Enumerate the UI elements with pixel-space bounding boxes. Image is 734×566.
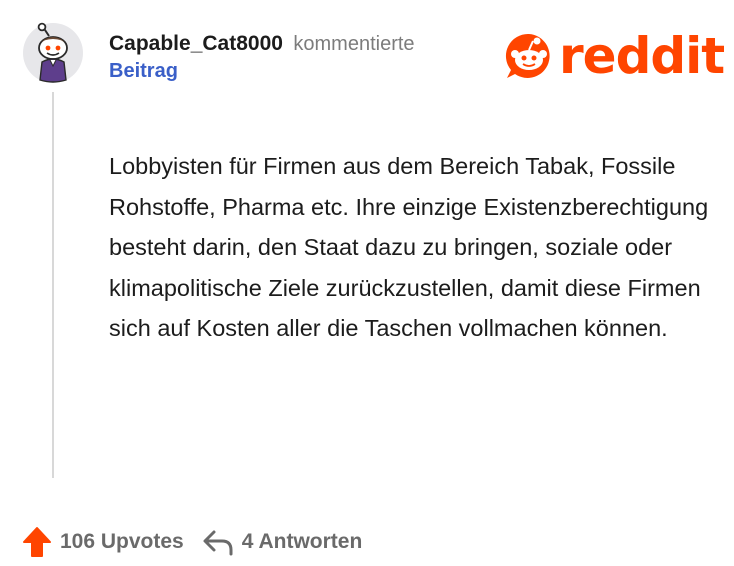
username[interactable]: Capable_Cat8000: [109, 32, 283, 55]
post-link[interactable]: Beitrag: [109, 60, 509, 83]
comment-body: Lobbyisten für Firmen aus dem Bereich Ta…: [109, 153, 709, 341]
upvote-arrow-icon[interactable]: [22, 526, 52, 558]
reddit-snoo-icon: [505, 33, 550, 78]
reply-arrow-icon[interactable]: [202, 528, 234, 556]
reddit-logo: reddit: [503, 27, 725, 85]
thread-line: [52, 92, 54, 478]
comment-header: Capable_Cat8000 kommentierte Beitrag: [109, 32, 509, 83]
reddit-wordmark: reddit: [559, 27, 725, 85]
comment-footer: 106 Upvotes 4 Antworten: [22, 524, 362, 560]
reply-count[interactable]: 4 Antworten: [242, 530, 363, 554]
upvote-count: 106 Upvotes: [60, 530, 184, 553]
comment-action: kommentierte: [293, 33, 415, 55]
user-avatar-icon[interactable]: [22, 22, 84, 84]
